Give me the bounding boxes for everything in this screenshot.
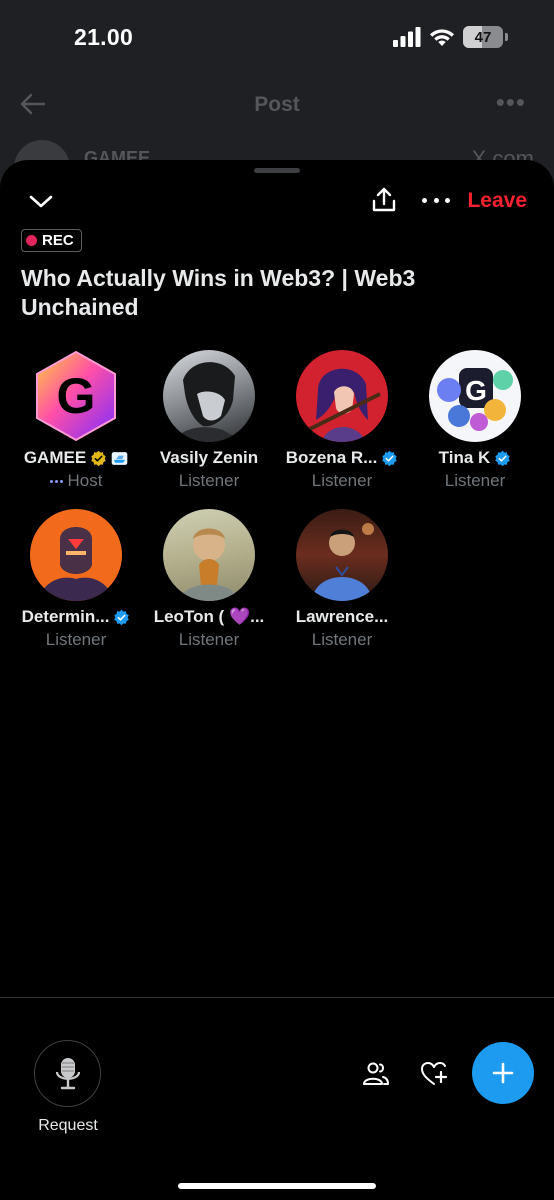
participant-role-row: Listener xyxy=(142,630,276,650)
participant-name-row: Tina K xyxy=(408,448,542,468)
participant-role: Listener xyxy=(311,471,373,490)
plus-icon xyxy=(492,1062,514,1084)
request-label: Request xyxy=(38,1117,98,1134)
svg-text:G: G xyxy=(57,368,96,424)
avatar xyxy=(163,350,255,442)
avatar: G xyxy=(429,350,521,442)
avatar xyxy=(296,350,388,442)
participant-name: Determin... xyxy=(21,607,110,626)
participant-role: Host xyxy=(67,471,103,490)
sheet-grabber[interactable] xyxy=(254,168,300,173)
microphone-icon xyxy=(55,1057,80,1089)
status-icons: 47 xyxy=(393,26,508,48)
post-header: Post ••• xyxy=(0,84,554,128)
people-icon[interactable] xyxy=(362,1060,390,1088)
participant-lawrence[interactable]: Lawrence... Listener xyxy=(275,509,409,650)
participant-name-row: Vasily Zenin xyxy=(142,448,276,468)
participant-name: Lawrence... xyxy=(295,607,389,626)
add-button[interactable] xyxy=(472,1042,534,1104)
participant-name: LeoTon ( 💜... xyxy=(153,607,265,626)
participant-bozena[interactable]: Bozena R... Listener xyxy=(275,350,409,491)
request-mic-button[interactable] xyxy=(34,1040,101,1107)
speaking-indicator-icon xyxy=(49,479,63,483)
heart-plus-icon[interactable] xyxy=(420,1060,448,1088)
participant-name: Bozena R... xyxy=(285,448,378,467)
participant-role-row: Listener xyxy=(408,471,542,491)
participant-leoton[interactable]: LeoTon ( 💜... Listener xyxy=(142,509,276,650)
participant-role-row: Host xyxy=(9,471,143,491)
participant-role: Listener xyxy=(444,471,506,490)
post-title: Post xyxy=(254,93,300,116)
verified-icon xyxy=(495,450,511,466)
rec-label: REC xyxy=(42,232,74,249)
status-bar: 21.00 47 xyxy=(0,0,554,76)
footer-divider xyxy=(0,997,554,998)
avatar xyxy=(30,509,122,601)
space-title: Who Actually Wins in Web3? | Web3 Unchai… xyxy=(21,265,416,320)
avatar xyxy=(296,509,388,601)
participant-role: Listener xyxy=(45,630,107,649)
post-more-icon[interactable]: ••• xyxy=(496,89,526,115)
gold-verified-icon xyxy=(91,450,106,466)
participant-name: Vasily Zenin xyxy=(159,448,259,467)
participant-vasily-zenin[interactable]: Vasily Zenin Listener xyxy=(142,350,276,491)
wifi-icon xyxy=(430,29,454,46)
boat-badge-icon xyxy=(111,451,128,465)
avatar: G xyxy=(30,350,122,442)
chevron-down-icon[interactable] xyxy=(28,190,54,212)
participant-determin[interactable]: Determin... Listener xyxy=(9,509,143,650)
share-icon[interactable] xyxy=(370,186,398,214)
participant-role: Listener xyxy=(311,630,373,649)
participant-role-row: Listener xyxy=(275,471,409,491)
avatar xyxy=(163,509,255,601)
verified-icon xyxy=(382,450,398,466)
battery-tip xyxy=(505,33,508,41)
participant-name-row: Determin... xyxy=(9,607,143,627)
participant-role-row: Listener xyxy=(9,630,143,650)
svg-text:G: G xyxy=(465,375,487,406)
verified-icon xyxy=(114,609,130,625)
participant-name-row: Lawrence... xyxy=(275,607,409,627)
rec-dot xyxy=(26,235,37,246)
participant-role: Listener xyxy=(178,630,240,649)
more-icon[interactable] xyxy=(422,190,450,210)
participant-tina-k[interactable]: G Tina K Listener xyxy=(408,350,542,491)
signal-icon xyxy=(393,27,421,47)
participant-gamee[interactable]: G GAMEE Host xyxy=(9,350,143,491)
participant-name: Tina K xyxy=(438,448,491,467)
battery-indicator: 47 xyxy=(463,26,503,48)
participant-name-row: GAMEE xyxy=(9,448,143,468)
participant-role: Listener xyxy=(178,471,240,490)
home-indicator[interactable] xyxy=(178,1183,376,1189)
participant-name-row: Bozena R... xyxy=(275,448,409,468)
participant-role-row: Listener xyxy=(142,471,276,491)
participant-role-row: Listener xyxy=(275,630,409,650)
participant-name-row: LeoTon ( 💜... xyxy=(142,607,276,627)
rec-badge: REC xyxy=(21,229,82,252)
participant-name: GAMEE xyxy=(23,448,87,467)
leave-button[interactable]: Leave xyxy=(467,189,527,213)
status-time: 21.00 xyxy=(74,24,134,50)
